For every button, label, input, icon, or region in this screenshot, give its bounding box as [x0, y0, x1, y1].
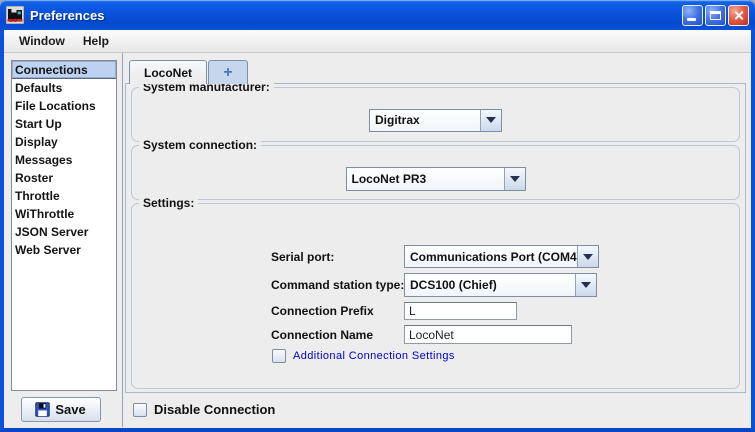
- settings-group: Settings: Serial port: Communications Po…: [131, 203, 740, 389]
- maximize-icon: [710, 11, 721, 20]
- serial-port-value: Communications Port (COM4): [405, 246, 577, 267]
- connection-config-area: LocoNet + System manufacturer: Digitrax: [123, 53, 751, 427]
- system-connection-select[interactable]: LocoNet PR3: [346, 167, 526, 191]
- triangle-icon: [486, 117, 496, 123]
- disable-connection-row: Disable Connection: [133, 402, 746, 417]
- additional-settings-checkbox[interactable]: [272, 349, 286, 363]
- sidebar-item-display[interactable]: Display: [12, 133, 116, 151]
- loconet-tab-panel: System manufacturer: Digitrax System con…: [125, 83, 746, 393]
- connection-name-label: Connection Name: [271, 328, 404, 342]
- system-manufacturer-value: Digitrax: [370, 110, 480, 131]
- save-button-label: Save: [55, 402, 85, 417]
- add-tab-plus-icon: +: [223, 65, 232, 81]
- tab-loconet-label: LocoNet: [144, 66, 192, 80]
- sidebar-item-roster[interactable]: Roster: [12, 169, 116, 187]
- sidebar-item-json-server[interactable]: JSON Server: [12, 223, 116, 241]
- dropdown-arrow-icon[interactable]: [480, 110, 501, 131]
- connection-prefix-label: Connection Prefix: [271, 304, 404, 318]
- connection-name-row: Connection Name: [271, 325, 739, 344]
- maximize-button[interactable]: [705, 5, 726, 26]
- sidebar-item-file-locations[interactable]: File Locations: [12, 97, 116, 115]
- additional-settings-label: Additional Connection Settings: [293, 350, 455, 362]
- connection-tabs: LocoNet +: [129, 60, 746, 83]
- save-button[interactable]: Save: [21, 397, 101, 422]
- sidebar-item-withrottle[interactable]: WiThrottle: [12, 205, 116, 223]
- menu-help[interactable]: Help: [74, 31, 118, 51]
- window-title: Preferences: [30, 8, 680, 23]
- system-connection-group: System connection: LocoNet PR3: [131, 145, 740, 200]
- serial-port-row: Serial port: Communications Port (COM4): [271, 245, 739, 268]
- preferences-sidebar: Connections Defaults File Locations Star…: [4, 53, 123, 427]
- serial-port-select[interactable]: Communications Port (COM4): [404, 245, 599, 268]
- disable-connection-label: Disable Connection: [154, 402, 275, 417]
- minimize-icon: [687, 18, 696, 21]
- system-connection-value: LocoNet PR3: [347, 168, 504, 190]
- tab-loconet[interactable]: LocoNet: [129, 60, 207, 84]
- sidebar-item-throttle[interactable]: Throttle: [12, 187, 116, 205]
- settings-title: Settings:: [139, 196, 198, 210]
- minimize-button[interactable]: [682, 5, 703, 26]
- close-button[interactable]: [728, 5, 749, 26]
- dropdown-arrow-icon[interactable]: [504, 168, 525, 190]
- sidebar-item-web-server[interactable]: Web Server: [12, 241, 116, 259]
- system-manufacturer-select[interactable]: Digitrax: [369, 109, 502, 132]
- serial-port-label: Serial port:: [271, 250, 404, 264]
- triangle-icon: [583, 254, 593, 260]
- floppy-disk-icon: [35, 402, 50, 417]
- sidebar-item-defaults[interactable]: Defaults: [12, 79, 116, 97]
- dropdown-arrow-icon[interactable]: [575, 274, 596, 296]
- close-icon: [733, 10, 744, 21]
- sidebar-item-connections[interactable]: Connections: [12, 61, 116, 79]
- sidebar-item-messages[interactable]: Messages: [12, 151, 116, 169]
- disable-connection-checkbox[interactable]: [133, 403, 147, 417]
- menu-bar: Window Help: [4, 30, 751, 53]
- triangle-icon: [581, 282, 591, 288]
- triangle-icon: [510, 176, 520, 182]
- menu-window[interactable]: Window: [10, 31, 74, 51]
- command-station-label: Command station type:: [271, 278, 404, 292]
- system-manufacturer-group: System manufacturer: Digitrax: [131, 87, 740, 142]
- sidebar-item-start-up[interactable]: Start Up: [12, 115, 116, 133]
- preferences-window: Preferences Window Help Connections Defa…: [0, 0, 755, 432]
- additional-settings-row: Additional Connection Settings: [272, 349, 739, 363]
- jmri-train-icon: [6, 6, 24, 24]
- add-connection-tab[interactable]: +: [208, 60, 248, 84]
- dropdown-arrow-icon[interactable]: [577, 246, 598, 267]
- command-station-select[interactable]: DCS100 (Chief): [404, 273, 597, 297]
- title-bar[interactable]: Preferences: [0, 0, 755, 30]
- connection-name-input[interactable]: [404, 325, 572, 344]
- command-station-value: DCS100 (Chief): [405, 274, 575, 296]
- system-connection-title: System connection:: [139, 138, 261, 152]
- connection-prefix-row: Connection Prefix: [271, 302, 739, 320]
- connection-prefix-input[interactable]: [404, 302, 517, 320]
- command-station-row: Command station type: DCS100 (Chief): [271, 273, 739, 297]
- preferences-category-list: Connections Defaults File Locations Star…: [11, 60, 117, 391]
